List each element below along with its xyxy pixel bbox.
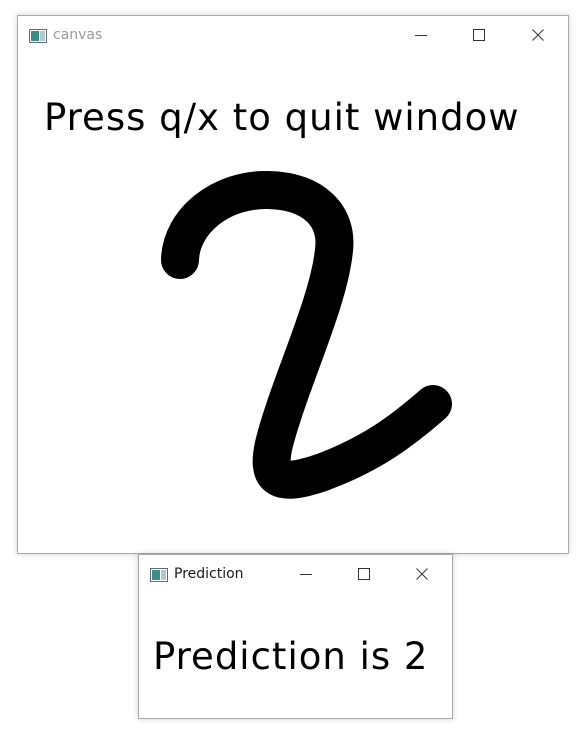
canvas-titlebar[interactable]: canvas [18, 16, 568, 54]
maximize-button[interactable] [341, 555, 387, 593]
app-window-icon [29, 28, 47, 43]
maximize-icon [473, 29, 485, 41]
minimize-button[interactable] [283, 555, 329, 593]
close-button[interactable] [399, 555, 445, 593]
prediction-result: Prediction is 2 [153, 635, 429, 678]
close-icon [532, 29, 544, 41]
close-button[interactable] [515, 16, 561, 54]
handwritten-digit-stroke [161, 171, 452, 499]
window-title: Prediction [174, 566, 244, 582]
app-window-icon [150, 567, 168, 582]
drawing-canvas[interactable]: Press q/x to quit window [18, 54, 568, 553]
prediction-output: Prediction is 2 [139, 593, 452, 718]
canvas-window: canvas Press q/x to quit window [17, 15, 569, 554]
prediction-window: Prediction Prediction is 2 [138, 554, 453, 719]
minimize-button[interactable] [398, 16, 444, 54]
window-title: canvas [53, 27, 103, 43]
maximize-icon [358, 568, 370, 580]
close-icon [416, 568, 428, 580]
prediction-titlebar[interactable]: Prediction [139, 555, 452, 593]
minimize-icon [300, 568, 312, 580]
minimize-icon [415, 29, 427, 41]
maximize-button[interactable] [456, 16, 502, 54]
